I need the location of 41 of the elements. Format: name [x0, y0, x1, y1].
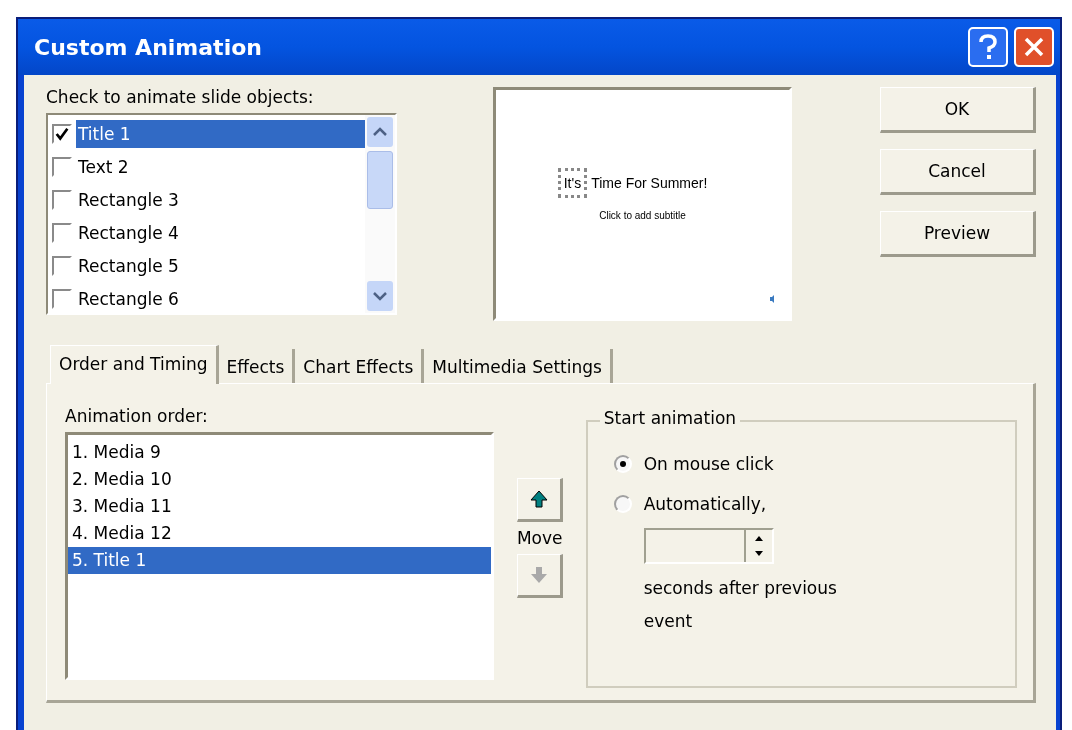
- close-icon: [1023, 36, 1045, 58]
- chevron-down-icon[interactable]: [372, 291, 389, 301]
- radio-button[interactable]: [613, 495, 632, 513]
- radio-label: Automatically,: [643, 494, 767, 514]
- slide-title: Time For Summer!: [591, 175, 708, 191]
- move-up-button[interactable]: [516, 478, 563, 522]
- dialog-button[interactable]: Cancel: [880, 149, 1036, 195]
- tab[interactable]: Order and Timing: [50, 345, 219, 384]
- speaker-icon: [769, 294, 775, 304]
- list-item[interactable]: Rectangle 6: [76, 284, 366, 313]
- list-item[interactable]: Text 2: [76, 152, 366, 181]
- order-label: Animation order:: [65, 406, 209, 426]
- list-item[interactable]: 2. Media 10: [68, 466, 491, 493]
- chevron-up-icon[interactable]: [372, 127, 389, 137]
- seconds-field[interactable]: [643, 528, 774, 564]
- list-item[interactable]: Rectangle 4: [76, 218, 366, 247]
- list-item[interactable]: 3. Media 11: [68, 493, 491, 520]
- list-item[interactable]: Rectangle 3: [76, 185, 366, 214]
- slide-subtitle: Click to add subtitle: [599, 210, 686, 221]
- spin-up-icon[interactable]: [753, 535, 764, 541]
- question-mark-icon: [977, 33, 999, 61]
- help-button[interactable]: [968, 27, 1008, 67]
- objects-label: Check to animate slide objects:: [46, 87, 315, 107]
- close-button[interactable]: [1014, 27, 1054, 67]
- arrow-up-icon: [528, 489, 549, 509]
- list-item[interactable]: 1. Media 9: [68, 439, 491, 466]
- radio-label: On mouse click: [643, 454, 774, 474]
- spin-down-icon[interactable]: [753, 551, 764, 557]
- list-item[interactable]: 5. Title 1: [68, 547, 491, 574]
- scrollbar[interactable]: [365, 115, 396, 313]
- move-label: Move: [516, 528, 563, 548]
- selected-text: It's: [557, 168, 588, 198]
- arrow-down-icon: [528, 565, 549, 585]
- radio-button[interactable]: [613, 455, 632, 473]
- seconds-label: seconds after previous event: [643, 577, 838, 633]
- dialog-button[interactable]: OK: [880, 87, 1036, 133]
- list-item[interactable]: Rectangle 5: [76, 251, 366, 280]
- dialog-button[interactable]: Preview: [880, 211, 1036, 257]
- list-item[interactable]: 4. Media 12: [68, 520, 491, 547]
- list-item[interactable]: Title 1: [76, 119, 366, 148]
- window-title: Custom Animation: [34, 34, 262, 60]
